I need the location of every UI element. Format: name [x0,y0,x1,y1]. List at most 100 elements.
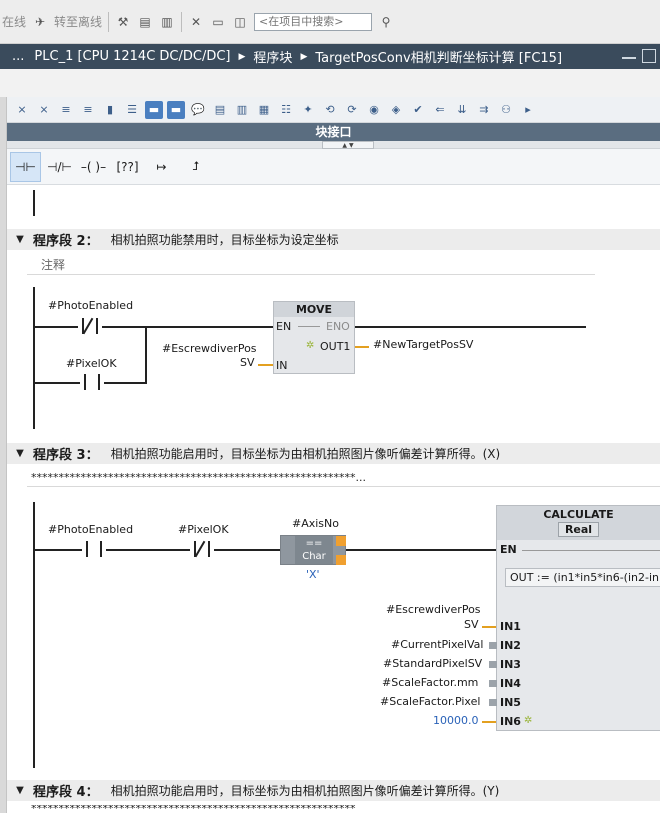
breadcrumb-item-block[interactable]: TargetPosConv相机判断坐标计算 [FC15] [315,47,562,66]
go-offline-icon[interactable]: ✈ [32,14,48,30]
close-branch-button[interactable]: ⮥ [180,152,211,182]
operand-in-sv[interactable]: SV [240,356,255,369]
favorites-icon[interactable]: ▦ [255,101,273,119]
compile-icon[interactable]: ✔ [409,101,427,119]
go-to-error-icon[interactable]: ⟲ [321,101,339,119]
operand-in5[interactable]: #ScaleFactor.Pixel [380,695,480,708]
compare-constant[interactable]: 'X' [306,568,320,581]
network-description[interactable]: 相机拍照功能启用时，目标坐标为由相机拍照图片像听偏差计算所得。(Y) [111,782,500,799]
operand-in6[interactable]: 10000.0 [433,714,479,727]
network-description[interactable]: 相机拍照功能禁用时，目标坐标为设定坐标 [111,231,339,248]
operand-in4[interactable]: #ScaleFactor.mm [382,676,478,689]
close-all-networks-icon[interactable]: ▥ [233,101,251,119]
comment-icon[interactable]: 💬 [189,101,207,119]
contact-tag[interactable]: #PixelOK [66,357,117,370]
pin-en: EN [500,543,517,556]
network-3-header[interactable]: ▼ 程序段 3： 相机拍照功能启用时，目标坐标为由相机拍照图片像听偏差计算所得。… [7,443,660,464]
pin-in5: IN5 [500,696,521,709]
absolute-symbolic-icon[interactable]: ☰ [123,101,141,119]
toolbar-separator [108,11,110,32]
contact-tag[interactable]: #PixelOK [178,523,229,536]
collapse-networks-icon[interactable]: ▬ [167,100,185,119]
operand-out[interactable]: #NewTargetPosSV [373,338,473,351]
minimize-icon[interactable] [622,49,636,59]
highlight-icon[interactable]: ✦ [299,101,317,119]
delete-network-icon[interactable]: ⨯ [35,101,53,119]
go-to-next-icon[interactable]: ⟳ [343,101,361,119]
wire-open-icon[interactable]: ⇊ [453,101,471,119]
operand-in1-sv[interactable]: SV [464,618,479,631]
insert-network-icon[interactable]: ⨯ [13,101,31,119]
collapse-icon[interactable]: ▼ [7,785,33,796]
network-title: 程序段 2： [33,234,99,249]
calculate-type[interactable]: Real [557,522,600,537]
list-icon[interactable]: ☷ [277,101,295,119]
left-panel-rail [0,97,7,813]
compare-icon[interactable]: ▤ [137,14,153,30]
breadcrumb: ... PLC_1 [CPU 1214C DC/DC/DC] ▶ 程序块 ▶ T… [0,44,660,69]
no-contact-button[interactable]: ⊣⊢ [10,151,41,182]
no-contact[interactable] [82,541,106,557]
toolbar-separator [181,11,183,32]
nc-contact-button[interactable]: ⊣/⊢ [44,152,75,182]
block-interface-bar[interactable]: 块接口 [7,123,660,141]
compare-inner: == Char [295,536,333,564]
breadcrumb-lead[interactable]: ... [12,49,24,64]
split-horizontal-icon[interactable]: ▭ [210,14,226,30]
accessible-devices-icon[interactable]: ⚒ [115,14,131,30]
go-offline-button[interactable]: 转至离线 [54,13,102,30]
in-wire [482,721,496,723]
network-title: 程序段 4： [33,785,99,800]
network-4-header[interactable]: ▼ 程序段 4： 相机拍照功能启用时，目标坐标为由相机拍照图片像听偏差计算所得。… [7,780,660,801]
pin-connector-icon [489,661,497,668]
pin-in4: IN4 [500,677,521,690]
breadcrumb-item-plc[interactable]: PLC_1 [CPU 1214C DC/DC/DC] [34,49,230,64]
collapse-icon[interactable]: ▼ [7,448,33,459]
pin-in1: IN1 [500,620,521,633]
breadcrumb-item-program-blocks[interactable]: 程序块 [253,47,292,66]
network-overview-icon[interactable]: ▬ [145,100,163,119]
open-all-networks-icon[interactable]: ▤ [211,101,229,119]
split-vertical-icon[interactable]: ◫ [232,14,248,30]
maximize-icon[interactable] [642,49,656,63]
network-comment[interactable]: ****************************************… [27,469,660,487]
module-icon[interactable]: ▮ [101,101,119,119]
pin-in: IN [276,359,288,372]
coil-button[interactable]: –( )– [78,152,109,182]
no-contact[interactable] [80,374,104,390]
more-icon[interactable]: ▸ [519,101,537,119]
compare-type[interactable]: Char [295,550,333,563]
project-search-input[interactable] [254,12,373,31]
empty-box-button[interactable]: [??] [112,152,143,182]
contact-tag[interactable]: #PhotoEnabled [48,299,133,312]
cross-reference-icon[interactable]: ▥ [159,14,175,30]
contact-tag[interactable]: #PhotoEnabled [48,523,133,536]
glasses-monitor-icon[interactable]: ⚇ [497,101,515,119]
open-branch-button[interactable]: ↦ [146,152,177,182]
pin-out1: OUT1 [320,340,351,353]
nc-contact[interactable] [190,540,214,558]
append-row-icon[interactable]: ≡ [79,101,97,119]
monitor-icon[interactable]: ◉ [365,101,383,119]
close-icon[interactable]: ✕ [188,14,204,30]
network-2-header[interactable]: ▼ 程序段 2： 相机拍照功能禁用时，目标坐标为设定坐标 [7,229,660,250]
compare-operand[interactable]: #AxisNo [292,517,339,530]
operand-in3[interactable]: #StandardPixelSV [383,657,482,670]
operand-in1[interactable]: #EscrewdiverPos [386,603,481,616]
network-comment[interactable]: ****************************************… [27,805,660,813]
operand-in2[interactable]: #CurrentPixelVal [391,638,483,651]
interface-splitter[interactable]: ▲ ▼ [7,141,660,149]
wire-left-icon[interactable]: ⇐ [431,101,449,119]
go-online-button[interactable]: 在线 [2,13,26,30]
wire-branch-icon[interactable]: ⇉ [475,101,493,119]
nc-contact[interactable] [78,317,102,335]
search-icon[interactable]: ⚲ [378,14,394,30]
splitter-handle-icon[interactable]: ▲ ▼ [322,141,374,149]
collapse-icon[interactable]: ▼ [7,234,33,245]
network-comment[interactable]: 注释 [27,255,595,275]
insert-row-icon[interactable]: ≡ [57,101,75,119]
calculate-formula[interactable]: OUT := (in1*in5*in6-(in2-in [505,568,660,587]
network-description[interactable]: 相机拍照功能启用时，目标坐标为由相机拍照图片像听偏差计算所得。(X) [111,445,501,462]
operand-in[interactable]: #EscrewdiverPos [162,342,257,355]
breakpoint-icon[interactable]: ◈ [387,101,405,119]
